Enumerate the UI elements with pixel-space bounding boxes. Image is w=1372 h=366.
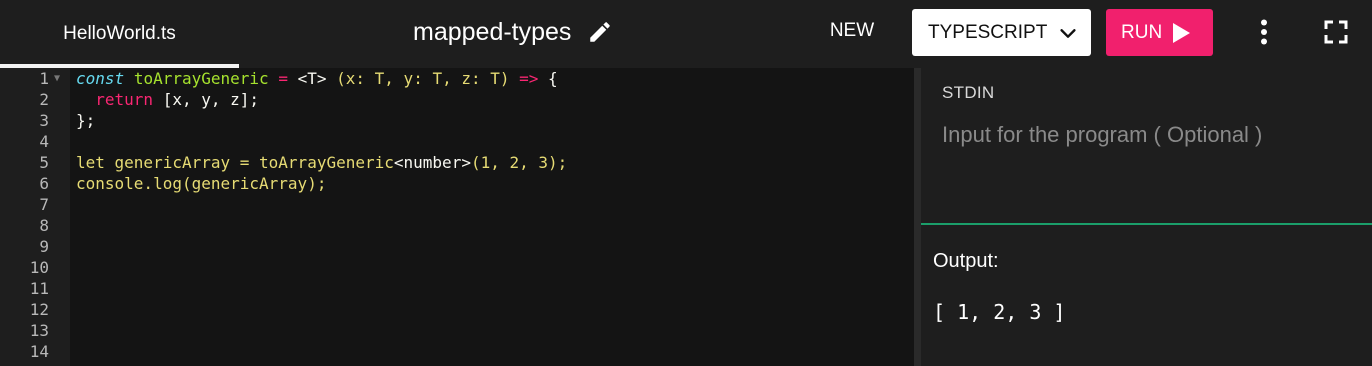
more-vertical-icon[interactable] [1249, 16, 1279, 48]
code-editor[interactable]: 1 ▼ const toArrayGeneric = <T> (x: T, y:… [0, 68, 914, 366]
top-bar: HelloWorld.ts mapped-types NEW TYPESCRIP… [0, 0, 1372, 68]
language-select[interactable]: TYPESCRIPT [912, 9, 1091, 56]
line-number: 1 [39, 69, 49, 88]
line-number: 4 [39, 132, 49, 151]
fullscreen-icon[interactable] [1320, 16, 1352, 48]
code-line: 14 [0, 341, 914, 362]
run-button-label: RUN [1121, 21, 1163, 43]
line-number: 8 [39, 216, 49, 235]
code-line: 5 let genericArray = toArrayGeneric<numb… [0, 152, 914, 173]
project-title-area: mapped-types [413, 14, 613, 50]
tab-label: HelloWorld.ts [63, 23, 176, 44]
line-number: 10 [29, 258, 49, 277]
code-text: return [x, y, z]; [95, 90, 260, 109]
tab-helloworld[interactable]: HelloWorld.ts [0, 0, 239, 68]
new-button[interactable]: NEW [812, 14, 892, 48]
code-line: 1 ▼ const toArrayGeneric = <T> (x: T, y:… [0, 68, 914, 89]
play-icon [1172, 22, 1191, 43]
code-text: console.log(genericArray); [76, 174, 327, 193]
line-number: 14 [29, 342, 49, 361]
line-number: 2 [39, 90, 49, 109]
io-panel: STDIN Output: [ 1, 2, 3 ] [921, 68, 1372, 366]
line-number: 13 [29, 321, 49, 340]
line-number: 3 [39, 111, 49, 130]
pencil-icon[interactable] [587, 19, 613, 45]
code-text: const toArrayGeneric = <T> (x: T, y: T, … [76, 69, 558, 88]
code-text: let genericArray = toArrayGeneric<number… [76, 153, 568, 172]
line-number: 12 [29, 300, 49, 319]
io-divider [921, 223, 1372, 225]
code-line: 2 return [x, y, z]; [0, 89, 914, 110]
fold-arrow-icon[interactable]: ▼ [54, 68, 60, 89]
code-line: 13 [0, 320, 914, 341]
output-text: [ 1, 2, 3 ] [933, 300, 1066, 324]
line-number: 6 [39, 174, 49, 193]
output-label: Output: [933, 250, 999, 272]
code-line: 3 }; [0, 110, 914, 131]
line-number: 5 [39, 153, 49, 172]
code-line: 7 [0, 194, 914, 215]
stdin-label: STDIN [942, 83, 995, 102]
code-line: 11 [0, 278, 914, 299]
chevron-down-icon [1057, 22, 1079, 44]
code-line: 10 [0, 257, 914, 278]
language-select-value: TYPESCRIPT [928, 21, 1048, 43]
code-line: 8 [0, 215, 914, 236]
code-line: 4 [0, 131, 914, 152]
project-title: mapped-types [413, 17, 572, 46]
line-number: 9 [39, 237, 49, 256]
line-number: 7 [39, 195, 49, 214]
line-number: 11 [29, 279, 49, 298]
new-button-label: NEW [829, 20, 875, 41]
code-line: 9 [0, 236, 914, 257]
code-text: }; [76, 111, 96, 130]
panel-splitter[interactable] [914, 68, 921, 366]
run-button[interactable]: RUN [1106, 9, 1213, 56]
code-line: 12 [0, 299, 914, 320]
code-lines: 1 ▼ const toArrayGeneric = <T> (x: T, y:… [0, 68, 914, 362]
code-line: 6 console.log(genericArray); [0, 173, 914, 194]
stdin-input[interactable] [942, 118, 1362, 152]
